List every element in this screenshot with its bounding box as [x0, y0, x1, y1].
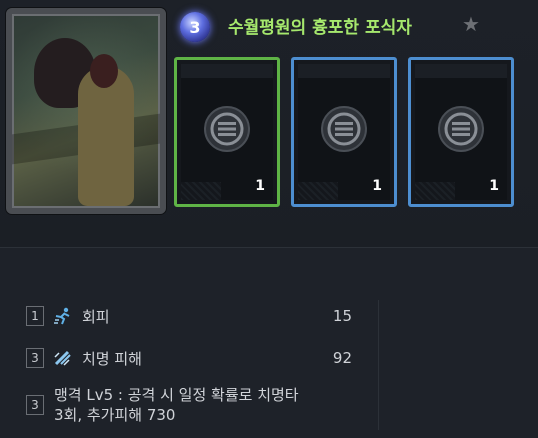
- slot-emblem-icon: [321, 106, 367, 153]
- grade-badge: 3: [180, 12, 210, 42]
- slot-count: 1: [489, 178, 499, 194]
- effect-line-2: 3회, 추가피해 730: [54, 406, 176, 424]
- stat-level: 1: [26, 306, 44, 326]
- critical-damage-icon: [52, 348, 74, 368]
- stat-name: 치명 피해: [82, 349, 142, 368]
- equipment-slot-3[interactable]: 1: [408, 57, 514, 207]
- stat-value: 92: [332, 349, 352, 367]
- slot-emblem-icon: [438, 106, 484, 153]
- stat-level: 3: [26, 348, 44, 368]
- slot-count: 1: [255, 178, 265, 194]
- effect-level: 3: [26, 395, 44, 415]
- equipment-slot-2[interactable]: 1: [291, 57, 397, 207]
- stat-value: 15: [332, 307, 352, 325]
- equipment-slot-1[interactable]: 1: [174, 57, 280, 207]
- set-effect-row: 3 맹격 Lv5 : 공격 시 일정 확률로 치명타 3회, 추가피해 730: [26, 385, 366, 425]
- effect-line-1: 맹격 Lv5 : 공격 시 일정 확률로 치명타: [54, 386, 299, 404]
- column-divider: [378, 300, 379, 430]
- set-effect-text: 맹격 Lv5 : 공격 시 일정 확률로 치명타 3회, 추가피해 730: [54, 385, 299, 425]
- section-divider: [0, 247, 538, 248]
- stat-row-evasion: 1 회피 15: [26, 305, 356, 327]
- slot-emblem-icon: [204, 106, 250, 153]
- slot-count: 1: [372, 178, 382, 194]
- stat-row-critical-damage: 3 치명 피해 92: [26, 347, 356, 369]
- character-portrait: [6, 8, 166, 214]
- favorite-star-icon[interactable]: ★: [462, 13, 480, 35]
- card-title: 수월평원의 흉포한 포식자: [228, 18, 412, 38]
- stat-name: 회피: [82, 307, 110, 326]
- evasion-icon: [52, 306, 74, 326]
